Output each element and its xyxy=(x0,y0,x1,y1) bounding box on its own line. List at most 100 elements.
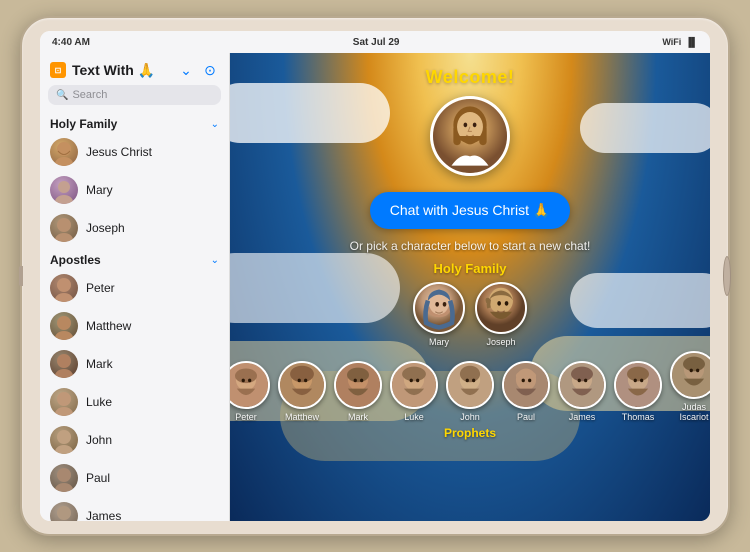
contact-item-joseph[interactable]: Joseph xyxy=(40,209,229,247)
char-name-luke-main: Luke xyxy=(404,412,424,422)
contact-item-mary[interactable]: Mary xyxy=(40,171,229,209)
welcome-text: Welcome! xyxy=(426,67,515,88)
avatar-jesus xyxy=(50,138,78,166)
prophets-label: Prophets xyxy=(444,426,496,440)
screen: 4:40 AM Sat Jul 29 WiFi ▐▌ ⊡ Text With 🙏… xyxy=(40,31,710,521)
char-col-judas-main: Judas Iscariot xyxy=(670,351,710,422)
char-col-mary: Mary xyxy=(413,282,465,347)
char-avatar-peter-main[interactable] xyxy=(230,361,270,409)
chevron-down-icon[interactable]: ⌄ xyxy=(177,61,195,79)
pick-char-text: Or pick a character below to start a new… xyxy=(350,239,591,253)
char-avatar-matthew-main[interactable] xyxy=(278,361,326,409)
char-name-peter-main: Peter xyxy=(235,412,257,422)
contact-name-paul: Paul xyxy=(86,471,110,485)
status-bar: 4:40 AM Sat Jul 29 WiFi ▐▌ xyxy=(40,31,710,53)
jesus-avatar-large[interactable] xyxy=(430,96,510,176)
contact-item-peter[interactable]: Peter xyxy=(40,269,229,307)
char-name-james-main: James xyxy=(569,412,596,422)
char-avatar-joseph[interactable] xyxy=(475,282,527,334)
status-icons: WiFi ▐▌ xyxy=(662,37,698,47)
status-time: 4:40 AM xyxy=(52,37,90,48)
char-avatar-judas-main[interactable] xyxy=(670,351,710,399)
char-name-mark-main: Mark xyxy=(348,412,368,422)
search-box[interactable]: 🔍 Search xyxy=(48,85,221,105)
char-avatar-paul-main[interactable] xyxy=(502,361,550,409)
char-col-paul-main: Paul xyxy=(502,361,550,422)
contact-name-mary: Mary xyxy=(86,183,113,197)
chevron-icon[interactable]: ⌄ xyxy=(211,119,219,130)
contact-name-mark: Mark xyxy=(86,357,113,371)
volume-button xyxy=(19,266,23,286)
contact-item-mark[interactable]: Mark xyxy=(40,345,229,383)
group-label: Holy Family xyxy=(50,117,117,131)
contact-item-john[interactable]: John xyxy=(40,421,229,459)
main-area: Welcome! xyxy=(230,53,710,521)
char-avatar-john-main[interactable] xyxy=(446,361,494,409)
avatar-matthew xyxy=(50,312,78,340)
char-col-thomas-main: Thomas xyxy=(614,361,662,422)
char-name-thomas-main: Thomas xyxy=(622,412,655,422)
status-date: Sat Jul 29 xyxy=(353,37,400,48)
char-col-mark-main: Mark xyxy=(334,361,382,422)
sidebar-title: Text With 🙏 xyxy=(72,62,171,79)
apostles-row: Peter xyxy=(230,351,710,422)
char-name-paul-main: Paul xyxy=(517,412,535,422)
contact-name-peter: Peter xyxy=(86,281,115,295)
battery-icon: ▐▌ xyxy=(685,37,698,47)
group-label-apostles: Apostles xyxy=(50,253,101,267)
char-col-james-main: James xyxy=(558,361,606,422)
avatar-paul xyxy=(50,464,78,492)
char-col-peter-main: Peter xyxy=(230,361,270,422)
char-col-joseph: Joseph xyxy=(475,282,527,347)
char-col-luke-main: Luke xyxy=(390,361,438,422)
char-avatar-thomas-main[interactable] xyxy=(614,361,662,409)
compose-icon[interactable]: ⊙ xyxy=(201,61,219,79)
group-header-holy-family: Holy Family ⌄ xyxy=(40,111,229,133)
avatar-mary xyxy=(50,176,78,204)
char-name-mary: Mary xyxy=(429,337,449,347)
char-avatar-james-main[interactable] xyxy=(558,361,606,409)
contact-item-luke[interactable]: Luke xyxy=(40,383,229,421)
sidebar: ⊡ Text With 🙏 ⌄ ⊙ 🔍 Search Holy Family xyxy=(40,53,230,521)
contact-name-james: James xyxy=(86,509,121,521)
sidebar-header-icons: ⌄ ⊙ xyxy=(177,61,219,79)
contact-item-matthew[interactable]: Matthew xyxy=(40,307,229,345)
char-name-joseph: Joseph xyxy=(486,337,515,347)
chat-button-label: Chat with Jesus Christ 🙏 xyxy=(390,202,551,219)
char-col-john-main: John xyxy=(446,361,494,422)
contact-name-matthew: Matthew xyxy=(86,319,131,333)
app-icon: ⊡ xyxy=(50,62,66,78)
avatar-luke xyxy=(50,388,78,416)
avatar-joseph xyxy=(50,214,78,242)
char-name-matthew-main: Matthew xyxy=(285,412,319,422)
char-avatar-mary[interactable] xyxy=(413,282,465,334)
search-icon: 🔍 xyxy=(56,90,68,101)
wifi-icon: WiFi xyxy=(662,37,681,47)
holy-family-chars: Mary xyxy=(413,282,527,347)
contact-name-luke: Luke xyxy=(86,395,112,409)
sidebar-header: ⊡ Text With 🙏 ⌄ ⊙ xyxy=(40,53,229,85)
char-col-matthew-main: Matthew xyxy=(278,361,326,422)
search-placeholder: Search xyxy=(72,89,107,101)
contact-item-james[interactable]: James xyxy=(40,497,229,521)
avatar-peter xyxy=(50,274,78,302)
char-name-judas-main: Judas Iscariot xyxy=(670,402,710,422)
ipad-frame: 4:40 AM Sat Jul 29 WiFi ▐▌ ⊡ Text With 🙏… xyxy=(20,16,730,536)
home-button[interactable] xyxy=(723,256,731,296)
avatar-john xyxy=(50,426,78,454)
avatar-james xyxy=(50,502,78,521)
avatar-mark xyxy=(50,350,78,378)
contact-name-john: John xyxy=(86,433,112,447)
chevron-icon-apostles[interactable]: ⌄ xyxy=(211,255,219,266)
group-header-apostles: Apostles ⌄ xyxy=(40,247,229,269)
char-avatar-luke-main[interactable] xyxy=(390,361,438,409)
contact-item-paul[interactable]: Paul xyxy=(40,459,229,497)
holy-family-label: Holy Family xyxy=(434,261,507,276)
char-name-john-main: John xyxy=(460,412,480,422)
content-area: ⊡ Text With 🙏 ⌄ ⊙ 🔍 Search Holy Family xyxy=(40,53,710,521)
contact-name-joseph: Joseph xyxy=(86,221,125,235)
chat-button[interactable]: Chat with Jesus Christ 🙏 xyxy=(370,192,571,229)
sidebar-list: Holy Family ⌄ Jesus Christ xyxy=(40,111,229,521)
contact-item-jesus[interactable]: Jesus Christ xyxy=(40,133,229,171)
char-avatar-mark-main[interactable] xyxy=(334,361,382,409)
